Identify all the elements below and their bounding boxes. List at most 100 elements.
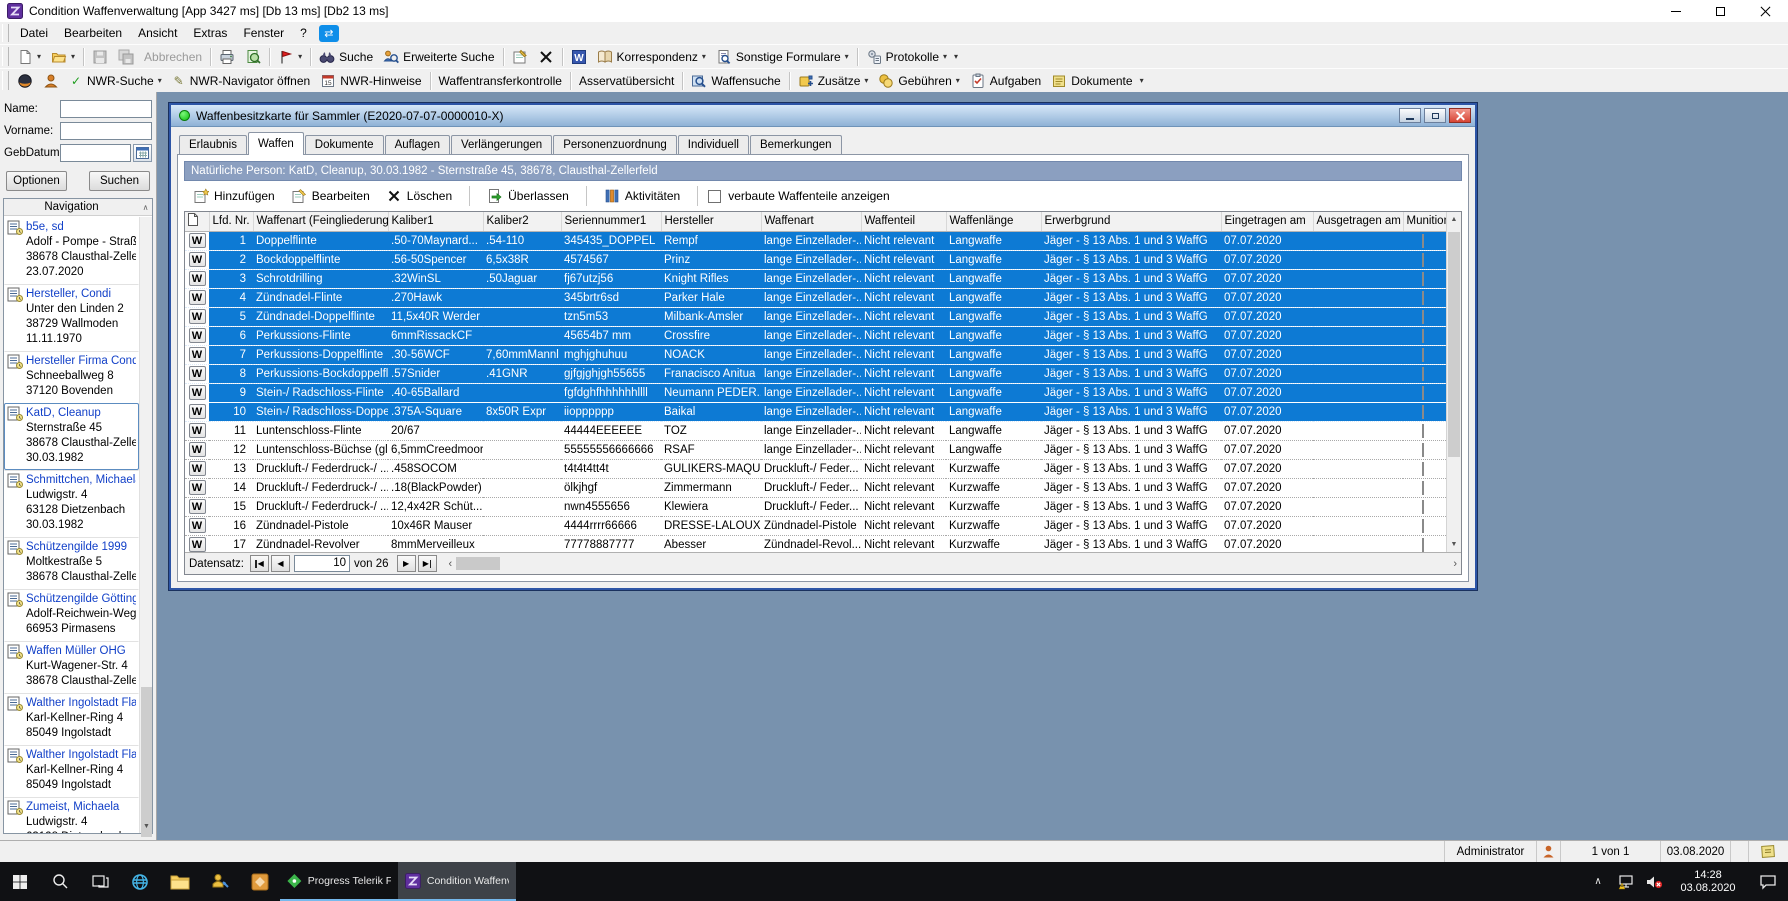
row-w-button[interactable]: W — [189, 461, 206, 476]
hscrollbar-thumb[interactable] — [456, 557, 500, 570]
column-kaliber1[interactable]: Kaliber1 — [388, 212, 483, 231]
network-warning-icon[interactable] — [1612, 862, 1640, 901]
weapon-table-row[interactable]: W 16 Zündnadel-Pistole 10x46R Mauser 444… — [185, 516, 1446, 535]
munitionserwerb-checkbox[interactable] — [1422, 272, 1424, 286]
column-eingetragen-am[interactable]: Eingetragen am — [1221, 212, 1313, 231]
munitionserwerb-checkbox[interactable] — [1422, 538, 1424, 552]
table-scrollbar-thumb[interactable] — [1448, 232, 1460, 457]
row-w-button[interactable]: W — [189, 252, 206, 267]
gebuehren-button[interactable]: Gebühren ▾ — [873, 70, 964, 91]
print-button[interactable] — [214, 46, 240, 67]
close-button[interactable] — [1743, 0, 1788, 22]
tab-personenzuordnung[interactable]: Personenzuordnung — [553, 135, 677, 155]
word-button[interactable]: W — [566, 46, 592, 67]
taskbar-app-fiddler[interactable]: Progress Telerik Fid... — [280, 862, 398, 901]
nav-person-item[interactable]: Schmittchen, Michaela Ludwigstr. 463128 … — [4, 470, 139, 537]
column-doc-icon[interactable] — [185, 212, 209, 231]
munitionserwerb-checkbox[interactable] — [1422, 234, 1424, 248]
row-w-button[interactable]: W — [189, 404, 206, 419]
record-number-input[interactable]: 10 — [294, 555, 350, 572]
nav-person-item[interactable]: Schützengilde Göttingen . Adolf-Reichwei… — [4, 589, 139, 641]
teamviewer-icon[interactable]: ⇄ — [319, 25, 339, 42]
row-w-button[interactable]: W — [189, 233, 206, 248]
name-input[interactable] — [60, 100, 152, 118]
calendar-button[interactable] — [133, 144, 152, 162]
next-record-button[interactable]: ▶ — [397, 555, 416, 572]
package-app-button[interactable] — [240, 862, 280, 901]
column-seriennummer1[interactable]: Seriennummer1 — [561, 212, 661, 231]
nav-person-item[interactable]: KatD, Cleanup Sternstraße 4538678 Claust… — [4, 403, 139, 470]
ueberlassen-button[interactable]: Überlassen — [480, 184, 576, 208]
task-view-button[interactable] — [80, 862, 120, 901]
toolbar-overflow-icon[interactable]: ▾ — [954, 53, 958, 61]
munitionserwerb-checkbox[interactable] — [1422, 386, 1424, 400]
munitionserwerb-checkbox[interactable] — [1422, 443, 1424, 457]
optionen-button[interactable]: Optionen — [6, 171, 67, 191]
nav-scroll-down-icon[interactable]: ▼ — [140, 820, 153, 833]
waffentransferkontrolle-button[interactable]: Waffentransferkontrolle — [434, 70, 567, 91]
row-w-button[interactable]: W — [189, 518, 206, 533]
weapon-table-row[interactable]: W 15 Druckluft-/ Federdruck-/ ... 12,4x4… — [185, 497, 1446, 516]
menu-extras[interactable]: Extras — [185, 24, 235, 42]
munitionserwerb-checkbox[interactable] — [1422, 500, 1424, 514]
munitionserwerb-checkbox[interactable] — [1422, 348, 1424, 362]
waffensuche-button[interactable]: Waffensuche — [686, 70, 785, 91]
row-w-button[interactable]: W — [189, 442, 206, 457]
nav-scroll-up-icon[interactable]: ∧ — [139, 203, 152, 212]
aktivitaeten-button[interactable]: Aktivitäten — [597, 184, 687, 208]
verbaute-waffenteile-checkbox[interactable] — [708, 190, 721, 203]
munitionserwerb-checkbox[interactable] — [1422, 481, 1424, 495]
weapon-table-row[interactable]: W 3 Schrotdrilling .32WinSL .50Jaguar fj… — [185, 269, 1446, 288]
column-munitionserwerb[interactable]: Munitionserwerb — [1403, 212, 1446, 231]
nav-person-item[interactable]: Waffen Müller OHG Kurt-Wagener-Str. 4386… — [4, 641, 139, 693]
row-w-button[interactable]: W — [189, 328, 206, 343]
weapon-table-row[interactable]: W 6 Perkussions-Flinte 6mmRissackCF 4565… — [185, 326, 1446, 345]
column-kaliber2[interactable]: Kaliber2 — [483, 212, 561, 231]
nav-person-item[interactable]: Walther Ingolstadt Flags. Karl-Kellner-R… — [4, 745, 139, 797]
weapon-table-row[interactable]: W 7 Perkussions-Doppelflinte .30-56WCF 7… — [185, 345, 1446, 364]
row-w-button[interactable]: W — [189, 480, 206, 495]
table-scroll-down-icon[interactable]: ▼ — [1447, 537, 1461, 552]
tab-auflagen[interactable]: Auflagen — [385, 135, 450, 155]
aufgaben-button[interactable]: Aufgaben — [965, 70, 1046, 91]
column-lfd-nr[interactable]: Lfd. Nr. — [209, 212, 253, 231]
nav-person-item[interactable]: Hersteller, Condi Unter den Linden 23872… — [4, 284, 139, 351]
system-tools-button[interactable] — [200, 862, 240, 901]
nav-person-item[interactable]: b5e, sd Adolf - Pompe - Straße 738678 Cl… — [4, 217, 139, 284]
row-w-button[interactable]: W — [189, 309, 206, 324]
munitionserwerb-checkbox[interactable] — [1422, 291, 1424, 305]
asservatuebersicht-button[interactable]: Asservatübersicht — [574, 70, 679, 91]
menu-datei[interactable]: Datei — [12, 24, 56, 42]
tab-dokumente[interactable]: Dokumente — [305, 135, 384, 155]
munitionserwerb-checkbox[interactable] — [1422, 253, 1424, 267]
tab-waffen[interactable]: Waffen — [248, 132, 304, 155]
tab-erlaubnis[interactable]: Erlaubnis — [179, 135, 247, 155]
weapon-table-row[interactable]: W 14 Druckluft-/ Federdruck-/ ... .18(Bl… — [185, 478, 1446, 497]
menu-ansicht[interactable]: Ansicht — [130, 24, 185, 42]
row-w-button[interactable]: W — [189, 385, 206, 400]
weapon-table-row[interactable]: W 17 Zündnadel-Revolver 8mmMerveilleux 7… — [185, 535, 1446, 552]
weapon-table-row[interactable]: W 4 Zündnadel-Flinte .270Hawk 345brtr6sd… — [185, 288, 1446, 307]
nwr-hinweise-button[interactable]: 15 NWR-Hinweise — [315, 70, 426, 91]
column-waffenteil[interactable]: Waffenteil — [861, 212, 946, 231]
nwr-navigator-button[interactable]: ✎ NWR-Navigator öffnen — [167, 70, 316, 91]
person-button[interactable] — [38, 70, 64, 91]
start-button[interactable] — [0, 862, 40, 901]
taskbar-search-button[interactable] — [40, 862, 80, 901]
table-scroll-up-icon[interactable]: ▲ — [1447, 212, 1461, 227]
module-button[interactable] — [12, 70, 38, 91]
weapon-table-row[interactable]: W 2 Bockdoppelflinte .56-50Spencer 6,5x3… — [185, 250, 1446, 269]
abbrechen-button[interactable]: Abbrechen — [139, 46, 207, 67]
hscroll-right-icon[interactable]: › — [1449, 558, 1461, 570]
save-button[interactable] — [87, 46, 113, 67]
weapon-table-row[interactable]: W 1 Doppelflinte .50-70Maynard... .54-11… — [185, 231, 1446, 250]
row-w-button[interactable]: W — [189, 271, 206, 286]
column-ausgetragen-am[interactable]: Ausgetragen am — [1313, 212, 1403, 231]
sonstige-formulare-button[interactable]: Sonstige Formulare ▾ — [711, 46, 854, 67]
nav-scrollbar-thumb[interactable] — [141, 687, 152, 837]
munitionserwerb-checkbox[interactable] — [1422, 519, 1424, 533]
vorname-input[interactable] — [60, 122, 152, 140]
minimize-button[interactable] — [1653, 0, 1698, 22]
datensatz-loeschen-button[interactable] — [533, 46, 559, 67]
new-document-button[interactable]: ▾ — [12, 46, 46, 67]
